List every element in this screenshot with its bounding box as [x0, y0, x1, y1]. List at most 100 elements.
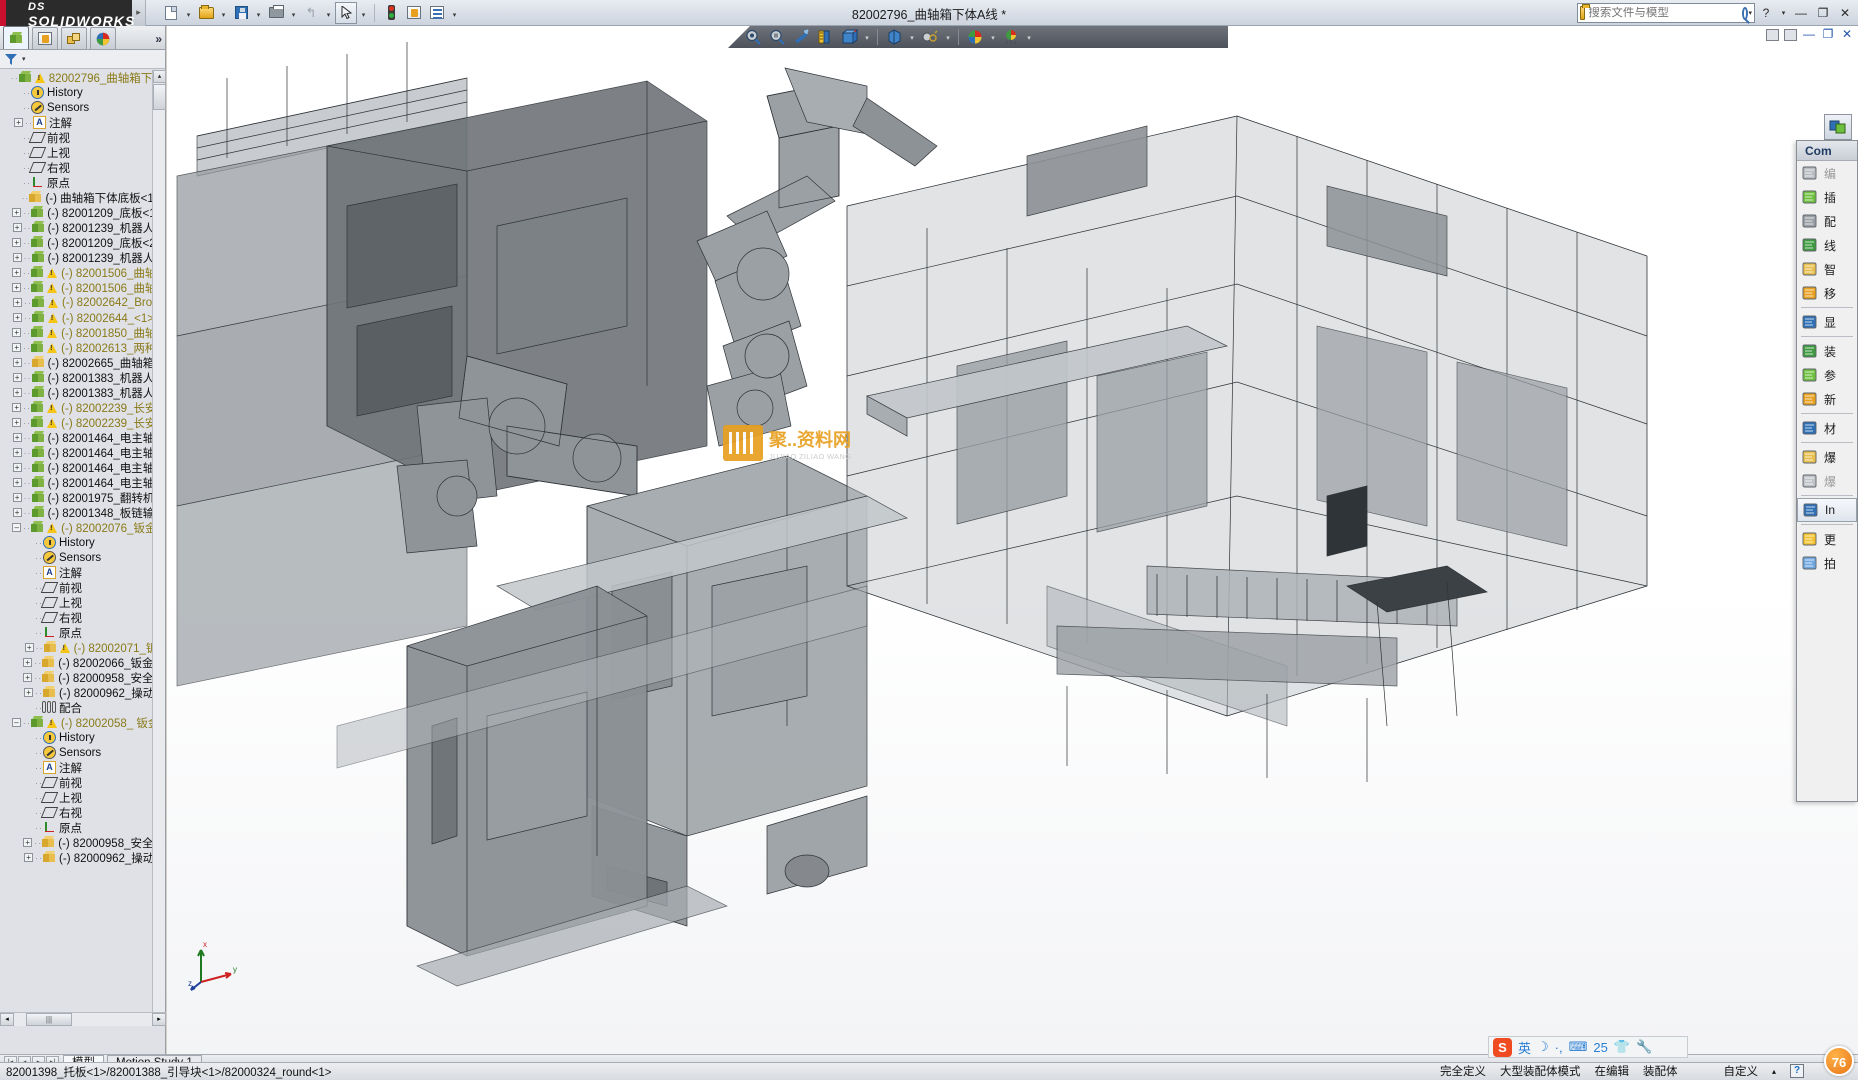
tree-collapse-button[interactable]: –	[12, 718, 21, 727]
tree-item[interactable]: ··Sensors	[0, 550, 164, 565]
tree-expand-button[interactable]: +	[12, 418, 21, 427]
ime-punctuation-icon[interactable]: ·,	[1555, 1040, 1563, 1055]
ime-language-mode[interactable]: 英	[1518, 1038, 1531, 1057]
apply-scene-dropdown[interactable]: ▾	[988, 27, 998, 47]
command-menu-item[interactable]: 移	[1797, 281, 1857, 305]
tree-item[interactable]: +··(-) 82001464_电主轴支架	[0, 445, 164, 460]
close-button[interactable]: ✕	[1834, 2, 1856, 24]
zoom-to-area-button[interactable]	[766, 27, 788, 47]
open-document-dropdown[interactable]: ▾	[218, 2, 229, 24]
split-view-horizontal-button[interactable]	[1766, 29, 1779, 41]
display-style-button[interactable]	[838, 27, 860, 47]
customize-menu-button[interactable]	[426, 2, 448, 24]
tree-item[interactable]: ··右视	[0, 805, 164, 820]
filter-funnel-icon[interactable]	[4, 53, 18, 66]
tree-expand-button[interactable]: +	[13, 253, 22, 262]
tree-item[interactable]: +··(-) 82001239_机器人管线	[0, 220, 164, 235]
tree-item[interactable]: ··上视	[0, 595, 164, 610]
command-menu-item[interactable]: 装	[1797, 339, 1857, 363]
command-manager-menu[interactable]: Com 编插配线智移显装参新材爆爆In更拍	[1796, 140, 1858, 802]
tree-item[interactable]: +··(-) 82001239_机器人管线	[0, 250, 164, 265]
configuration-manager-tab[interactable]	[61, 27, 87, 49]
tree-expand-button[interactable]: +	[24, 853, 33, 862]
tree-item[interactable]: +··(-) 82002642_Brother	[0, 295, 164, 310]
tree-expand-button[interactable]: +	[13, 478, 22, 487]
ime-keyboard-icon[interactable]: ⌨	[1569, 1039, 1588, 1055]
scroll-right-button[interactable]: ▸	[152, 1013, 166, 1026]
command-menu-item[interactable]: 爆	[1797, 469, 1857, 493]
tree-item[interactable]: ··(-) 曲轴箱下体底板<1> (默	[0, 190, 164, 205]
tree-expand-button[interactable]: +	[13, 388, 22, 397]
tree-expand-button[interactable]: +	[12, 283, 21, 292]
tree-expand-button[interactable]: +	[13, 463, 22, 472]
tree-item[interactable]: +··(-) 82001975_翻转机.1<1	[0, 490, 164, 505]
tree-item[interactable]: +··(-) 82001464_电主轴支架	[0, 430, 164, 445]
tree-expand-button[interactable]: +	[25, 643, 34, 652]
command-menu-item[interactable]: 编	[1797, 161, 1857, 185]
save-dropdown[interactable]: ▾	[253, 2, 264, 24]
command-menu-item[interactable]: 更	[1797, 527, 1857, 551]
tree-item[interactable]: +··(-) 82000962_操动件<	[0, 850, 164, 865]
tree-expand-button[interactable]: +	[13, 358, 22, 367]
tree-item[interactable]: +··(-) 82001383_机器人管线	[0, 370, 164, 385]
display-manager-tab[interactable]	[90, 27, 116, 49]
tree-collapse-button[interactable]: –	[12, 523, 21, 532]
search-dropdown[interactable]: ▾	[1748, 9, 1752, 17]
tree-item[interactable]: ··History	[0, 85, 164, 100]
tree-item[interactable]: +··(-) 82001464_电主轴支架	[0, 460, 164, 475]
tree-item[interactable]: +··(-) 82002071_钣金	[0, 640, 164, 655]
command-manager-tab-button[interactable]	[1824, 114, 1852, 140]
close-document-button[interactable]: ✕	[1840, 29, 1854, 41]
command-menu-item[interactable]: 显	[1797, 310, 1857, 334]
help-button[interactable]: ?	[1755, 2, 1777, 24]
command-menu-item[interactable]: 爆	[1797, 445, 1857, 469]
tree-item[interactable]: –··(-) 82002076_钣金房维	[0, 520, 164, 535]
tree-expand-button[interactable]: +	[14, 118, 23, 127]
tree-item[interactable]: ··82002796_曲轴箱下体A线	[0, 70, 164, 85]
tree-expand-button[interactable]: +	[12, 328, 21, 337]
status-customize-caret[interactable]: ▴	[1772, 1067, 1776, 1076]
tree-item[interactable]: ··配合	[0, 700, 164, 715]
property-manager-tab[interactable]	[32, 27, 58, 49]
command-menu-item[interactable]: 拍	[1797, 551, 1857, 575]
tree-item[interactable]: +··(-) 82001506_曲轴箱双	[0, 265, 164, 280]
filter-dropdown-caret[interactable]: ▾	[22, 55, 26, 63]
tree-item[interactable]: ··右视	[0, 610, 164, 625]
tree-item[interactable]: ··前视	[0, 580, 164, 595]
command-menu-item[interactable]: In	[1797, 498, 1857, 522]
rebuild-status-button[interactable]	[380, 2, 402, 24]
ime-toolbox-icon[interactable]: 🔧	[1636, 1039, 1652, 1055]
tab-overflow-chevron-icon[interactable]: »	[155, 32, 162, 46]
tree-item[interactable]: +··(-) 82002239_长安曲轴	[0, 415, 164, 430]
apply-scene-button[interactable]	[964, 27, 986, 47]
hide-show-dropdown[interactable]: ▾	[907, 27, 917, 47]
tree-expand-button[interactable]: +	[13, 313, 22, 322]
tree-item[interactable]: –··(-) 82002058_ 钣金房维	[0, 715, 164, 730]
hide-show-items-button[interactable]	[883, 27, 905, 47]
tree-item[interactable]: ··A注解	[0, 565, 164, 580]
tree-expand-button[interactable]: +	[13, 298, 22, 307]
tree-expand-button[interactable]: +	[23, 838, 32, 847]
print-dropdown[interactable]: ▾	[288, 2, 299, 24]
tree-item[interactable]: +··A注解	[0, 115, 164, 130]
undo-button[interactable]: ↰	[300, 2, 322, 24]
status-badge[interactable]: 76	[1824, 1046, 1854, 1076]
ime-language-bar[interactable]: S 英 ☽ ·, ⌨ 25 👕 🔧	[1488, 1036, 1688, 1058]
tree-expand-button[interactable]: +	[12, 343, 21, 352]
split-view-vertical-button[interactable]	[1784, 29, 1797, 41]
section-view-button[interactable]	[790, 27, 812, 47]
tree-expand-button[interactable]: +	[13, 433, 22, 442]
tree-item[interactable]: +··(-) 82001348_板链输送机	[0, 505, 164, 520]
feature-manager-tab[interactable]	[3, 26, 29, 49]
command-menu-item[interactable]: 插	[1797, 185, 1857, 209]
tree-expand-button[interactable]: +	[13, 223, 22, 232]
help-dropdown[interactable]: ▾	[1777, 2, 1790, 24]
tree-item[interactable]: ··History	[0, 535, 164, 550]
tree-item[interactable]: +··(-) 82002644_<1> (默	[0, 310, 164, 325]
view-settings-button[interactable]	[1000, 27, 1022, 47]
edit-appearance-button[interactable]	[919, 27, 941, 47]
tree-item[interactable]: +··(-) 82001506_曲轴箱双	[0, 280, 164, 295]
edit-appearance-dropdown[interactable]: ▾	[943, 27, 953, 47]
feature-tree[interactable]: ··82002796_曲轴箱下体A线··History··Sensors+··A…	[0, 70, 164, 1026]
tree-item[interactable]: +··(-) 82001850_曲轴箱下	[0, 325, 164, 340]
